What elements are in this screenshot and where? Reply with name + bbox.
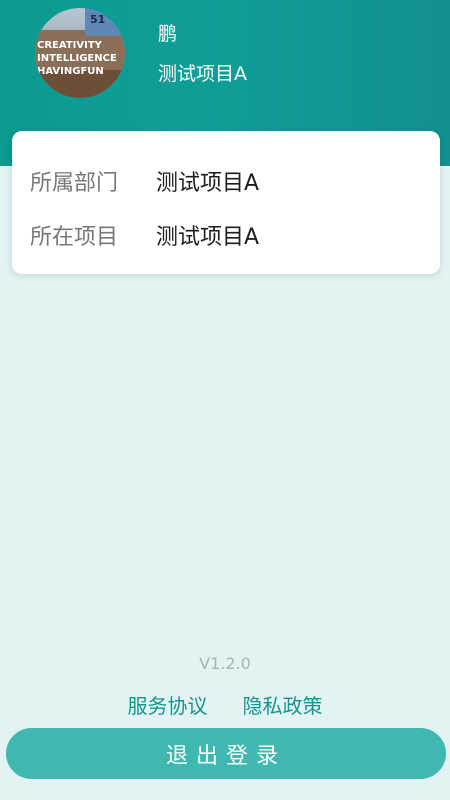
project-row: 所在项目 测试项目A bbox=[12, 213, 440, 253]
avatar[interactable]: 51 CREATIVITY INTELLIGENCE HAVINGFUN bbox=[35, 8, 125, 98]
department-value: 测试项目A bbox=[156, 171, 260, 196]
info-card: 所属部门 测试项目A 所在项目 测试项目A bbox=[12, 131, 440, 274]
profile-page: 51 CREATIVITY INTELLIGENCE HAVINGFUN 鹏 测… bbox=[0, 0, 450, 800]
avatar-text-4: HAVINGFUN bbox=[37, 66, 104, 77]
logout-button[interactable]: 退出登录 bbox=[6, 728, 446, 779]
project-value: 测试项目A bbox=[156, 225, 260, 250]
avatar-text-3: INTELLIGENCE bbox=[37, 53, 117, 64]
footer-links: 服务协议 隐私政策 bbox=[0, 690, 450, 719]
avatar-image: 51 CREATIVITY INTELLIGENCE HAVINGFUN bbox=[35, 8, 125, 98]
service-agreement-link[interactable]: 服务协议 bbox=[127, 690, 207, 719]
project-label: 所在项目 bbox=[30, 225, 119, 250]
privacy-policy-link[interactable]: 隐私政策 bbox=[243, 690, 323, 719]
avatar-text-2: CREATIVITY bbox=[37, 40, 103, 51]
user-name: 鹏 bbox=[158, 23, 178, 45]
version-label: V1.2.0 bbox=[199, 654, 251, 673]
department-label: 所属部门 bbox=[30, 171, 119, 196]
department-row: 所属部门 测试项目A bbox=[12, 159, 440, 199]
user-project: 测试项目A bbox=[158, 63, 247, 85]
avatar-text-1: 51 bbox=[90, 13, 105, 26]
